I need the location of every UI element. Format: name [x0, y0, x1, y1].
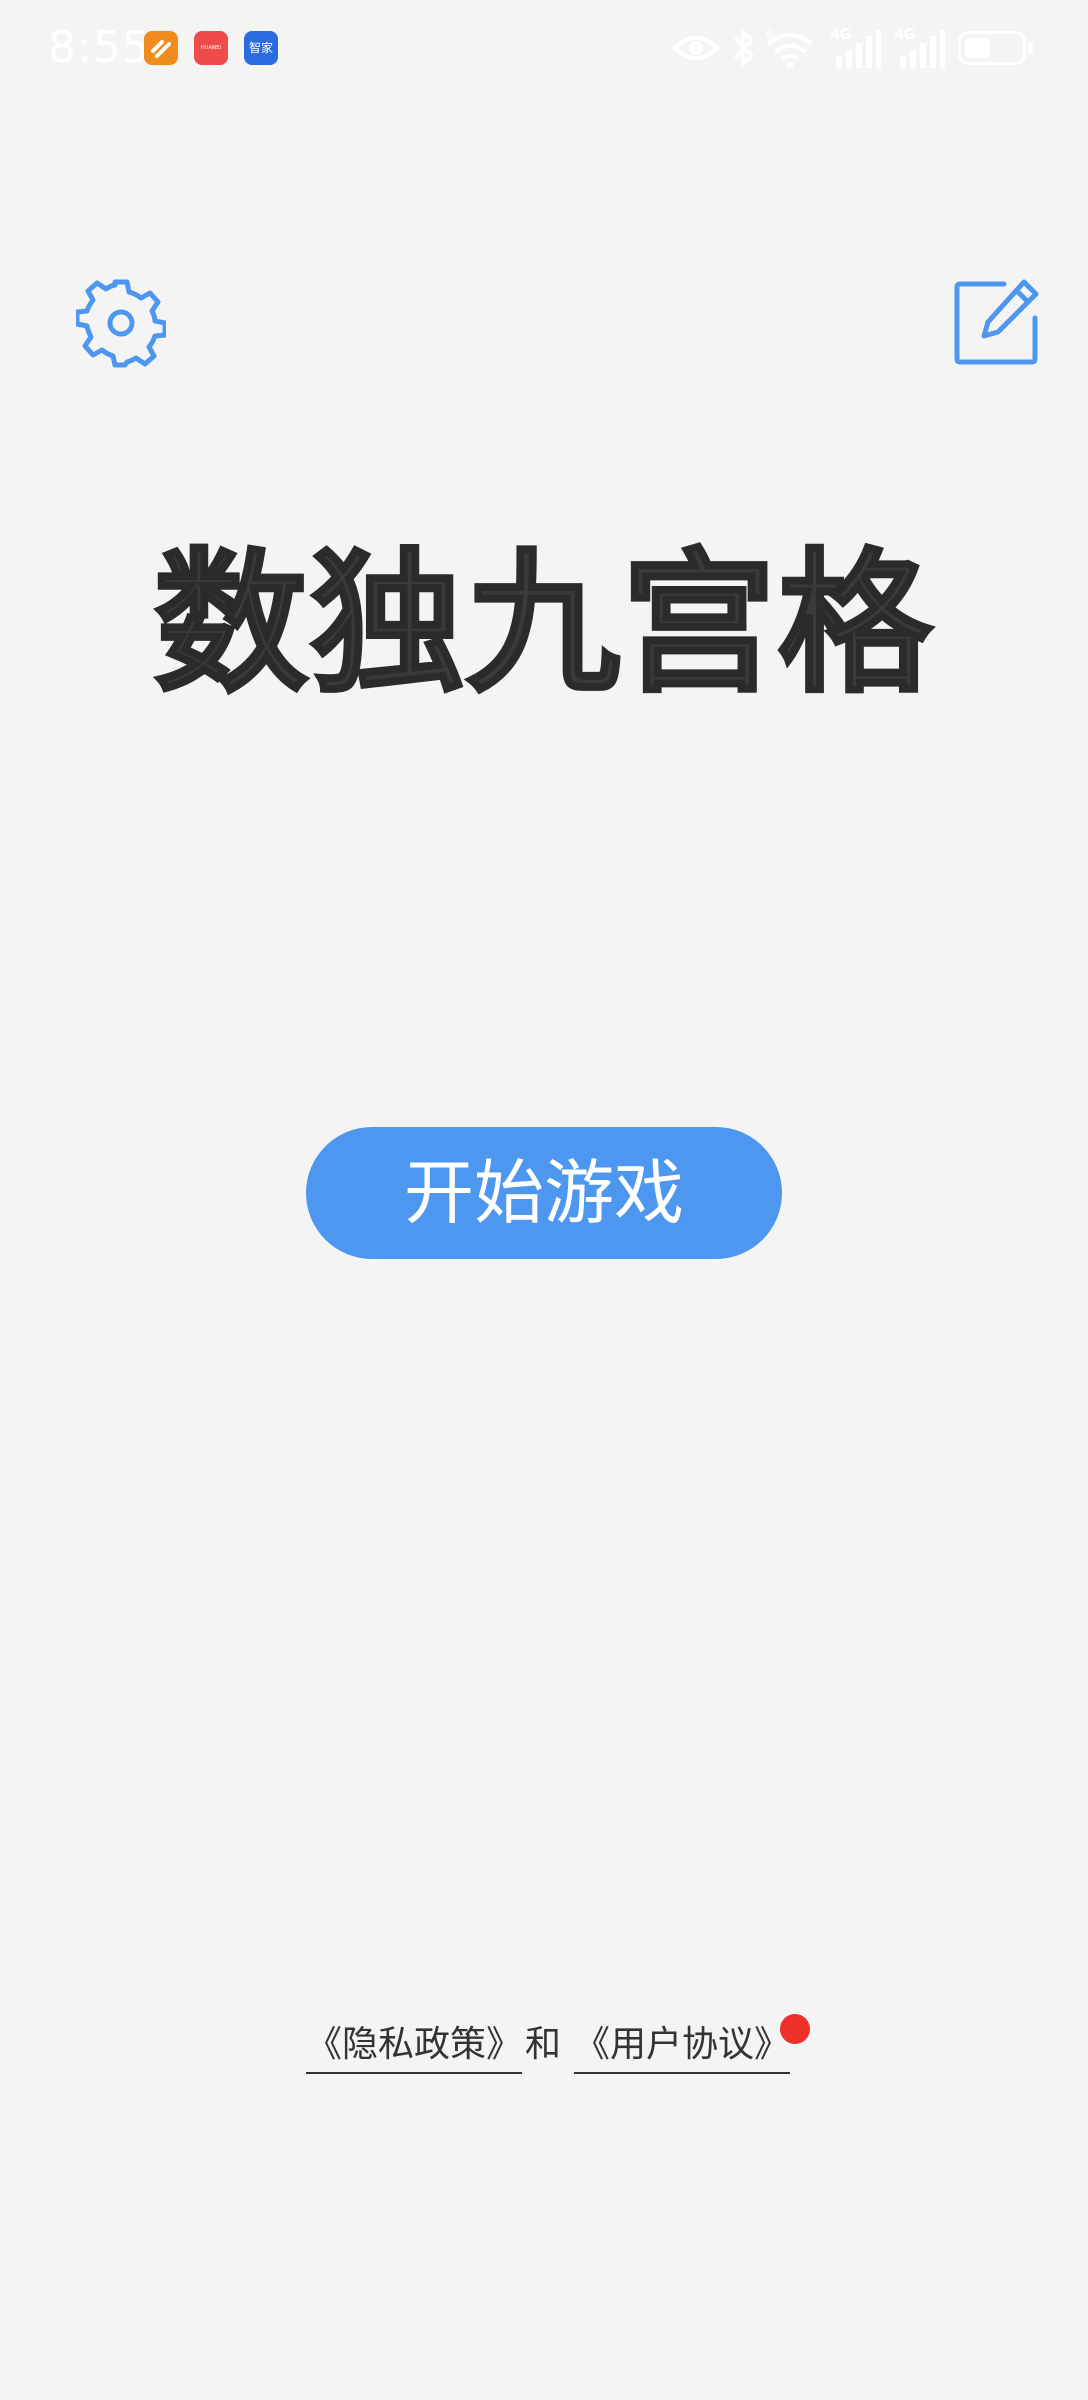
start-game-button[interactable]: 开始游戏 [306, 1127, 782, 1259]
privacy-policy-link[interactable]: 《隐私政策》 [306, 2018, 523, 2074]
cellular-signal-icon-2: 4G [894, 27, 945, 68]
edit-button[interactable] [952, 278, 1042, 368]
settings-button[interactable] [74, 278, 168, 368]
user-agreement-link[interactable]: 《用户协议》 [574, 2018, 791, 2074]
notification-badge [780, 2014, 810, 2044]
bluetooth-icon [733, 30, 754, 66]
app-notification-icon [144, 31, 178, 65]
app-screen: 8:55 HUAWEI 智家 6 4G 4G 数独九宫格 开始游戏 《隐私政策》… [0, 0, 1088, 2400]
cellular-signal-icon: 4G [830, 27, 881, 68]
edit-note-icon [954, 279, 1039, 365]
page-title: 数独九宫格 [152, 534, 934, 716]
wifi-band-label: 6 [766, 27, 774, 41]
eye-comfort-icon [672, 36, 720, 60]
zhijia-notification-label: 智家 [248, 41, 273, 55]
wifi-icon: 6 [766, 27, 814, 69]
network-type-label-2: 4G [894, 27, 915, 43]
footer-and-text: 和 [525, 2024, 562, 2065]
footer-links: 《隐私政策》 和 《用户协议》 [0, 2018, 1088, 2088]
network-type-label: 4G [830, 27, 851, 43]
battery-level [965, 38, 990, 58]
zhijia-notification-icon: 智家 [244, 31, 278, 65]
status-bar: 8:55 HUAWEI 智家 6 4G 4G [0, 0, 1088, 100]
battery-icon [958, 31, 1026, 65]
status-time: 8:55 [48, 22, 151, 73]
battery-tip [1028, 42, 1033, 54]
gear-icon [74, 279, 168, 368]
huawei-notification-icon: HUAWEI [194, 31, 228, 65]
huawei-notification-label: HUAWEI [200, 45, 222, 51]
